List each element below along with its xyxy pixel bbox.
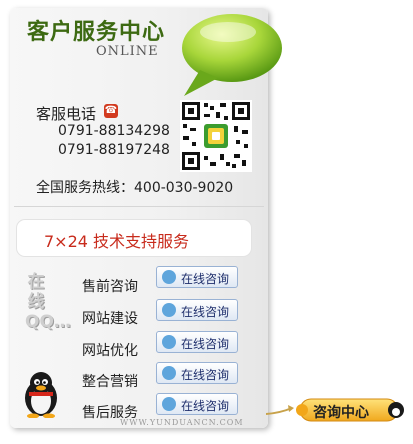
panel-subtitle: ONLINE: [96, 44, 159, 59]
online-qq-label: 在线QQ…: [25, 272, 71, 332]
chat-icon: [162, 397, 176, 411]
panel-title: 客户服务中心: [27, 20, 166, 45]
service-label-website-build: 网站建设: [82, 311, 138, 327]
speech-bubble-icon: [182, 14, 282, 96]
chat-button-website-build[interactable]: 在线咨询: [156, 299, 238, 321]
chat-button-marketing[interactable]: 在线咨询: [156, 362, 238, 384]
chat-icon: [162, 270, 176, 284]
phone-label: 客服电话: [36, 105, 97, 123]
chat-button-presales[interactable]: 在线咨询: [156, 266, 238, 288]
consult-center-label[interactable]: 咨询中心: [313, 402, 369, 422]
chat-icon: [162, 335, 176, 349]
phone-number-1: 0791-88134298: [58, 123, 170, 139]
chat-button-aftersales[interactable]: 在线咨询: [156, 393, 238, 415]
support-banner-text: 7×24 技术支持服务: [44, 232, 190, 251]
phone-icon: ☎: [104, 104, 118, 118]
chat-button-seo[interactable]: 在线咨询: [156, 331, 238, 353]
service-label-marketing: 整合营销: [82, 374, 138, 390]
chat-icon: [162, 366, 176, 380]
qq-penguin-icon: [25, 372, 57, 418]
hotline: 全国服务热线：400-030-9020: [36, 180, 234, 196]
chat-icon: [162, 303, 176, 317]
support-banner: 7×24 技术支持服务: [17, 220, 251, 256]
service-label-presales: 售前咨询: [82, 279, 138, 295]
qr-code: [180, 100, 252, 172]
watermark: WWW.YUNDUANCN.COM: [120, 418, 244, 427]
phone-number-2: 0791-88197248: [58, 142, 170, 158]
service-label-seo: 网站优化: [82, 343, 138, 359]
divider: [14, 206, 264, 207]
